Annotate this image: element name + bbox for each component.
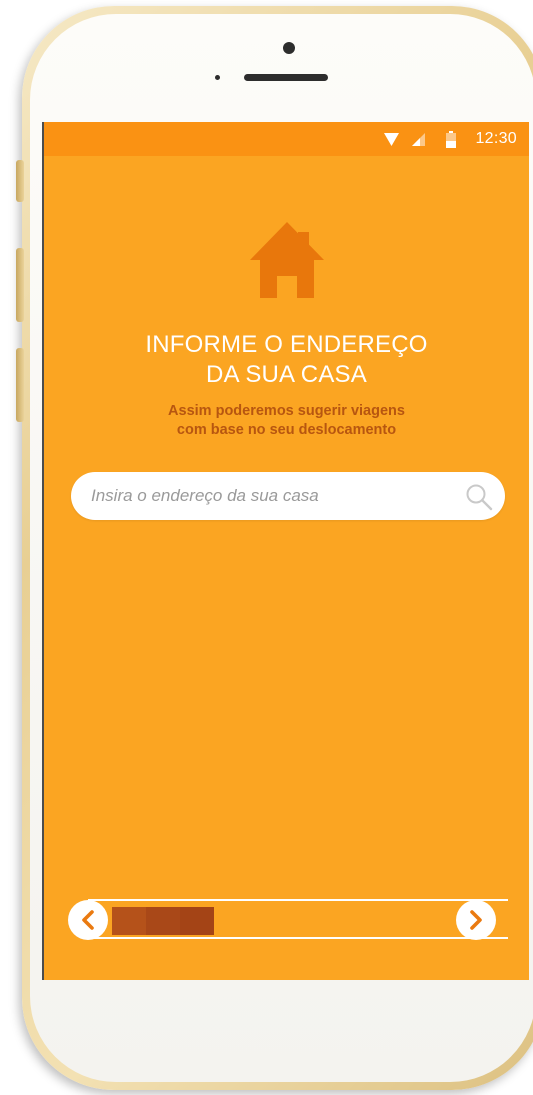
page-title: INFORME O ENDEREÇO DA SUA CASA: [44, 330, 529, 390]
subtitle-line-2: com base no seu deslocamento: [176, 422, 397, 438]
title-line-1: INFORME O ENDEREÇO: [145, 331, 428, 358]
home-address-input[interactable]: [91, 472, 451, 520]
proximity-sensor: [215, 75, 220, 80]
phone-side-button-volume-up: [16, 248, 24, 322]
progress-segment: [112, 907, 146, 935]
next-button[interactable]: [456, 900, 496, 940]
app-screen: 12:30 INFORME O ENDEREÇO DA SUA CASA Ass…: [42, 122, 529, 980]
page-subtitle: Assim poderemos sugerir viagens com base…: [44, 402, 529, 440]
title-line-2: DA SUA CASA: [206, 361, 367, 388]
chevron-left-icon: [82, 910, 94, 930]
battery-icon: [446, 131, 456, 148]
onboarding-progress-track: [88, 899, 508, 939]
status-time: 12:30: [475, 130, 517, 147]
wifi-icon: [384, 133, 399, 146]
onboarding-progress-fill: [112, 907, 214, 935]
house-icon: [250, 222, 324, 298]
progress-segment: [180, 907, 214, 935]
search-box[interactable]: [71, 472, 505, 520]
signal-icon: [412, 133, 425, 146]
progress-segment: [146, 907, 180, 935]
phone-side-button-mute: [16, 160, 24, 202]
subtitle-line-1: Assim poderemos sugerir viagens: [168, 403, 405, 419]
previous-button[interactable]: [68, 900, 108, 940]
front-camera: [283, 42, 295, 54]
status-bar: 12:30: [44, 122, 529, 156]
search-icon[interactable]: [465, 483, 493, 511]
chevron-right-icon: [470, 910, 482, 930]
earpiece-speaker: [244, 74, 328, 81]
phone-side-button-volume-down: [16, 348, 24, 422]
